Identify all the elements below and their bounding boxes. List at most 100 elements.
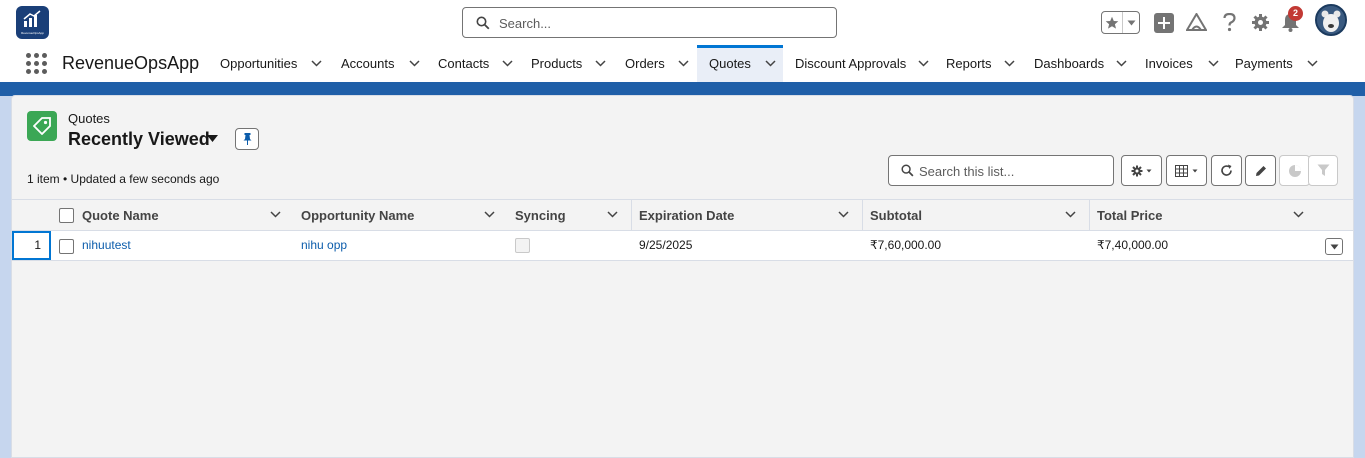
nav-tab-accounts[interactable]: Accounts: [341, 45, 421, 82]
column-menu-chevron-icon[interactable]: [607, 211, 618, 218]
pie-chart-icon: [1288, 164, 1301, 177]
column-header-label: Opportunity Name: [301, 208, 415, 223]
list-view-name[interactable]: Recently Viewed: [68, 129, 210, 150]
global-actions-plus-icon[interactable]: [1154, 13, 1174, 33]
chevron-down-icon[interactable]: [502, 60, 513, 67]
nav-tab-invoices[interactable]: Invoices: [1145, 45, 1219, 82]
column-header-label: Syncing: [515, 208, 566, 223]
chevron-down-icon[interactable]: [595, 60, 606, 67]
global-header: RevenueOpsApp Search... 2: [0, 0, 1365, 45]
filter-funnel-icon: [1317, 164, 1329, 176]
list-search-placeholder: Search this list...: [919, 164, 1015, 179]
list-view-controls-button[interactable]: [1121, 155, 1162, 186]
search-icon: [901, 164, 914, 177]
setup-gear-icon[interactable]: [1251, 13, 1270, 32]
column-divider: [862, 200, 863, 231]
favorites-star-icon[interactable]: [1102, 12, 1123, 33]
nav-tab-products[interactable]: Products: [531, 45, 606, 82]
column-menu-chevron-icon[interactable]: [484, 211, 495, 218]
row-number: 1: [12, 231, 51, 260]
nav-tab-label: Quotes: [709, 56, 751, 71]
column-menu-chevron-icon[interactable]: [1065, 211, 1076, 218]
column-divider: [1089, 200, 1090, 231]
favorites-dropdown-icon[interactable]: [1123, 12, 1139, 33]
chevron-down-icon[interactable]: [1208, 60, 1219, 67]
nav-tab-payments[interactable]: Payments: [1235, 45, 1318, 82]
column-header-subtotal[interactable]: Subtotal: [870, 200, 1080, 231]
column-header-opportunity-name[interactable]: Opportunity Name: [301, 200, 501, 231]
user-avatar[interactable]: [1315, 4, 1347, 36]
column-header-label: Total Price: [1097, 208, 1163, 223]
pin-list-view-button[interactable]: [235, 128, 259, 150]
total-price-cell: ₹7,40,000.00: [1097, 238, 1169, 252]
chevron-down-icon[interactable]: [1116, 60, 1127, 67]
nav-tab-label: Accounts: [341, 56, 395, 71]
select-all-checkbox[interactable]: [59, 208, 74, 223]
chevron-down-icon[interactable]: [678, 60, 689, 67]
edit-list-button[interactable]: [1245, 155, 1276, 186]
list-view-switcher-caret-icon[interactable]: [207, 135, 218, 142]
row-actions-caret-icon: [1330, 244, 1338, 249]
nav-tab-quotes[interactable]: Quotes: [697, 45, 783, 82]
row-select-checkbox[interactable]: [59, 239, 74, 254]
column-menu-chevron-icon[interactable]: [1293, 211, 1304, 218]
refresh-button[interactable]: [1211, 155, 1242, 186]
column-header-label: Subtotal: [870, 208, 922, 223]
chevron-down-icon[interactable]: [409, 60, 421, 67]
chevron-down-icon[interactable]: [765, 60, 776, 67]
filters-button[interactable]: [1308, 155, 1338, 186]
table-view-icon: [1174, 164, 1197, 177]
nav-tab-dashboards[interactable]: Dashboards: [1034, 45, 1127, 82]
pin-icon: [243, 133, 251, 145]
chevron-down-icon[interactable]: [1307, 60, 1318, 67]
nav-tab-opportunities[interactable]: Opportunities: [220, 45, 322, 82]
global-search-input[interactable]: Search...: [462, 7, 837, 38]
column-menu-chevron-icon[interactable]: [270, 211, 281, 218]
nav-tab-label: Dashboards: [1034, 56, 1105, 71]
list-view-meta: 1 item • Updated a few seconds ago: [27, 172, 220, 186]
nav-tab-label: Opportunities: [220, 56, 298, 71]
row-actions-button[interactable]: [1325, 238, 1343, 255]
chevron-down-icon[interactable]: [311, 60, 322, 67]
app-name: RevenueOpsApp: [62, 53, 200, 73]
chevron-down-icon[interactable]: [918, 60, 929, 67]
help-icon[interactable]: [1223, 13, 1236, 32]
brand-strip: [0, 82, 1365, 96]
app-launcher-waffle-icon[interactable]: [26, 53, 48, 75]
column-divider: [631, 200, 632, 231]
search-placeholder: Search...: [499, 16, 552, 31]
nav-tab-label: Reports: [946, 56, 992, 71]
object-label: Quotes: [68, 111, 110, 126]
chevron-down-icon[interactable]: [1004, 60, 1015, 67]
column-header-label: Quote Name: [82, 208, 159, 223]
refresh-icon: [1221, 164, 1232, 176]
favorites-button-group[interactable]: [1101, 11, 1140, 34]
charts-button[interactable]: [1279, 155, 1310, 186]
syncing-checkbox: [515, 238, 530, 253]
table-header: Quote Name Opportunity Name Syncing Expi…: [12, 199, 1353, 231]
column-header-syncing[interactable]: Syncing: [515, 200, 625, 231]
list-search-input[interactable]: Search this list...: [888, 155, 1114, 186]
logo-text: RevenueOpsApp: [21, 31, 44, 35]
quote-name-link[interactable]: nihuutest: [82, 231, 131, 260]
user-avatar-icon: [1317, 6, 1345, 34]
gear-dropdown-icon: [1131, 165, 1151, 176]
column-header-expiration-date[interactable]: Expiration Date: [639, 200, 859, 231]
nav-tab-label: Orders: [625, 56, 665, 71]
trailhead-guidance-icon[interactable]: [1186, 13, 1207, 32]
column-header-label: Expiration Date: [639, 208, 735, 223]
nav-tab-discount-approvals[interactable]: Discount Approvals: [795, 45, 929, 82]
nav-tab-orders[interactable]: Orders: [625, 45, 689, 82]
nav-tab-label: Discount Approvals: [795, 56, 907, 71]
app-logo[interactable]: RevenueOpsApp: [16, 6, 49, 39]
column-menu-chevron-icon[interactable]: [838, 211, 849, 218]
display-as-table-button[interactable]: [1166, 155, 1207, 186]
column-header-total-price[interactable]: Total Price: [1097, 200, 1312, 231]
chart-logo-icon: [23, 10, 41, 27]
nav-tab-contacts[interactable]: Contacts: [438, 45, 513, 82]
nav-tab-label: Invoices: [1145, 56, 1193, 71]
nav-tab-reports[interactable]: Reports: [946, 45, 1015, 82]
pencil-icon: [1255, 165, 1266, 176]
opportunity-name-link[interactable]: nihu opp: [301, 231, 347, 260]
column-header-quote-name[interactable]: Quote Name: [82, 200, 282, 231]
